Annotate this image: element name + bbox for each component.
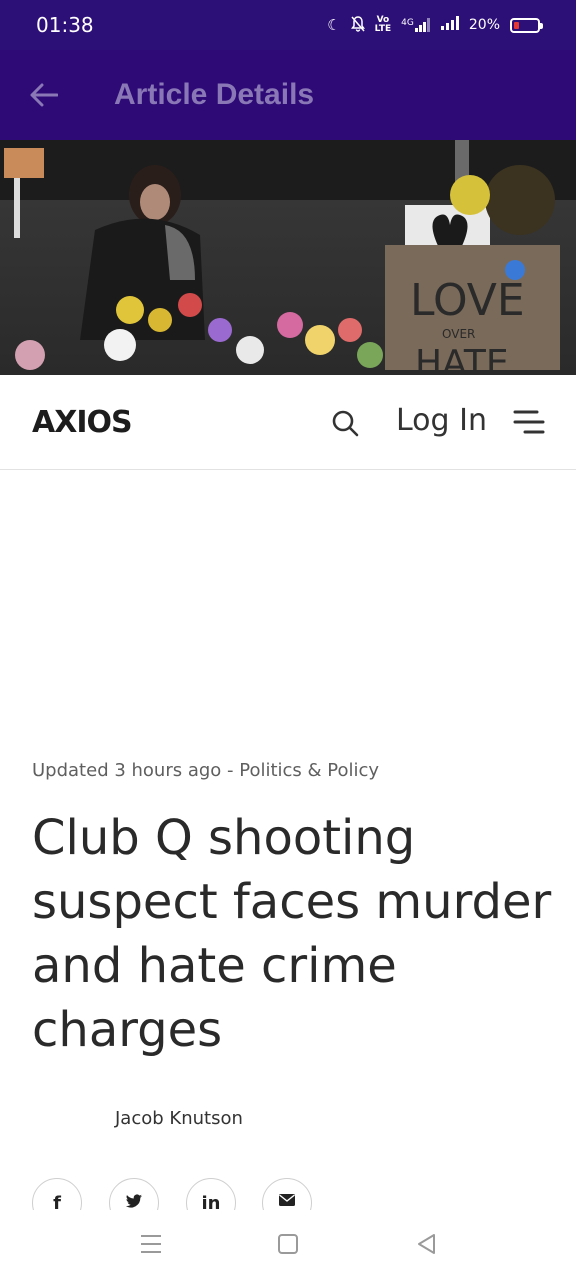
system-nav-bar (0, 1210, 576, 1280)
menu-lines-icon[interactable] (140, 1233, 162, 1255)
home-square-icon[interactable] (278, 1234, 298, 1254)
back-triangle-icon[interactable] (416, 1233, 436, 1255)
status-icons: ☾ Vo LTE 4G 20% (327, 15, 543, 35)
status-time: 01:38 (36, 13, 94, 37)
signal-icon (440, 16, 459, 34)
article-headline: Club Q shooting suspect faces murder and… (32, 810, 552, 1058)
axios-logo[interactable]: AXIOS (32, 405, 133, 440)
login-link[interactable]: Log In (396, 403, 487, 438)
linkedin-icon[interactable]: in (186, 1178, 236, 1210)
article-hero-image: LOVE OVER HATE (0, 140, 576, 375)
app-bar: Article Details (0, 50, 576, 140)
bell-off-icon (350, 15, 365, 35)
ad-placeholder (0, 471, 576, 751)
signal-4g-icon: 4G (401, 18, 431, 32)
facebook-icon[interactable]: f (32, 1178, 82, 1210)
moon-icon: ☾ (327, 15, 341, 34)
article-meta: Updated 3 hours ago - Politics & Policy (32, 760, 380, 781)
battery-icon (510, 17, 543, 33)
status-bar: 01:38 ☾ Vo LTE 4G 20% (0, 0, 576, 50)
volte-icon: Vo LTE (374, 15, 392, 34)
arrow-left-icon[interactable] (30, 81, 58, 109)
search-icon[interactable] (331, 409, 359, 437)
twitter-icon[interactable] (109, 1178, 159, 1210)
page-title: Article Details (114, 78, 315, 111)
sign-text-hate: HATE (415, 343, 509, 375)
email-icon[interactable] (262, 1178, 312, 1210)
share-row: f in (32, 1178, 552, 1210)
battery-percent: 20% (468, 17, 500, 33)
sign-text-love: LOVE (410, 275, 525, 326)
menu-icon[interactable] (513, 409, 545, 435)
article-author[interactable]: Jacob Knutson (115, 1108, 243, 1129)
site-header: AXIOS Log In (0, 375, 576, 470)
sign-text-over: OVER (442, 327, 475, 341)
